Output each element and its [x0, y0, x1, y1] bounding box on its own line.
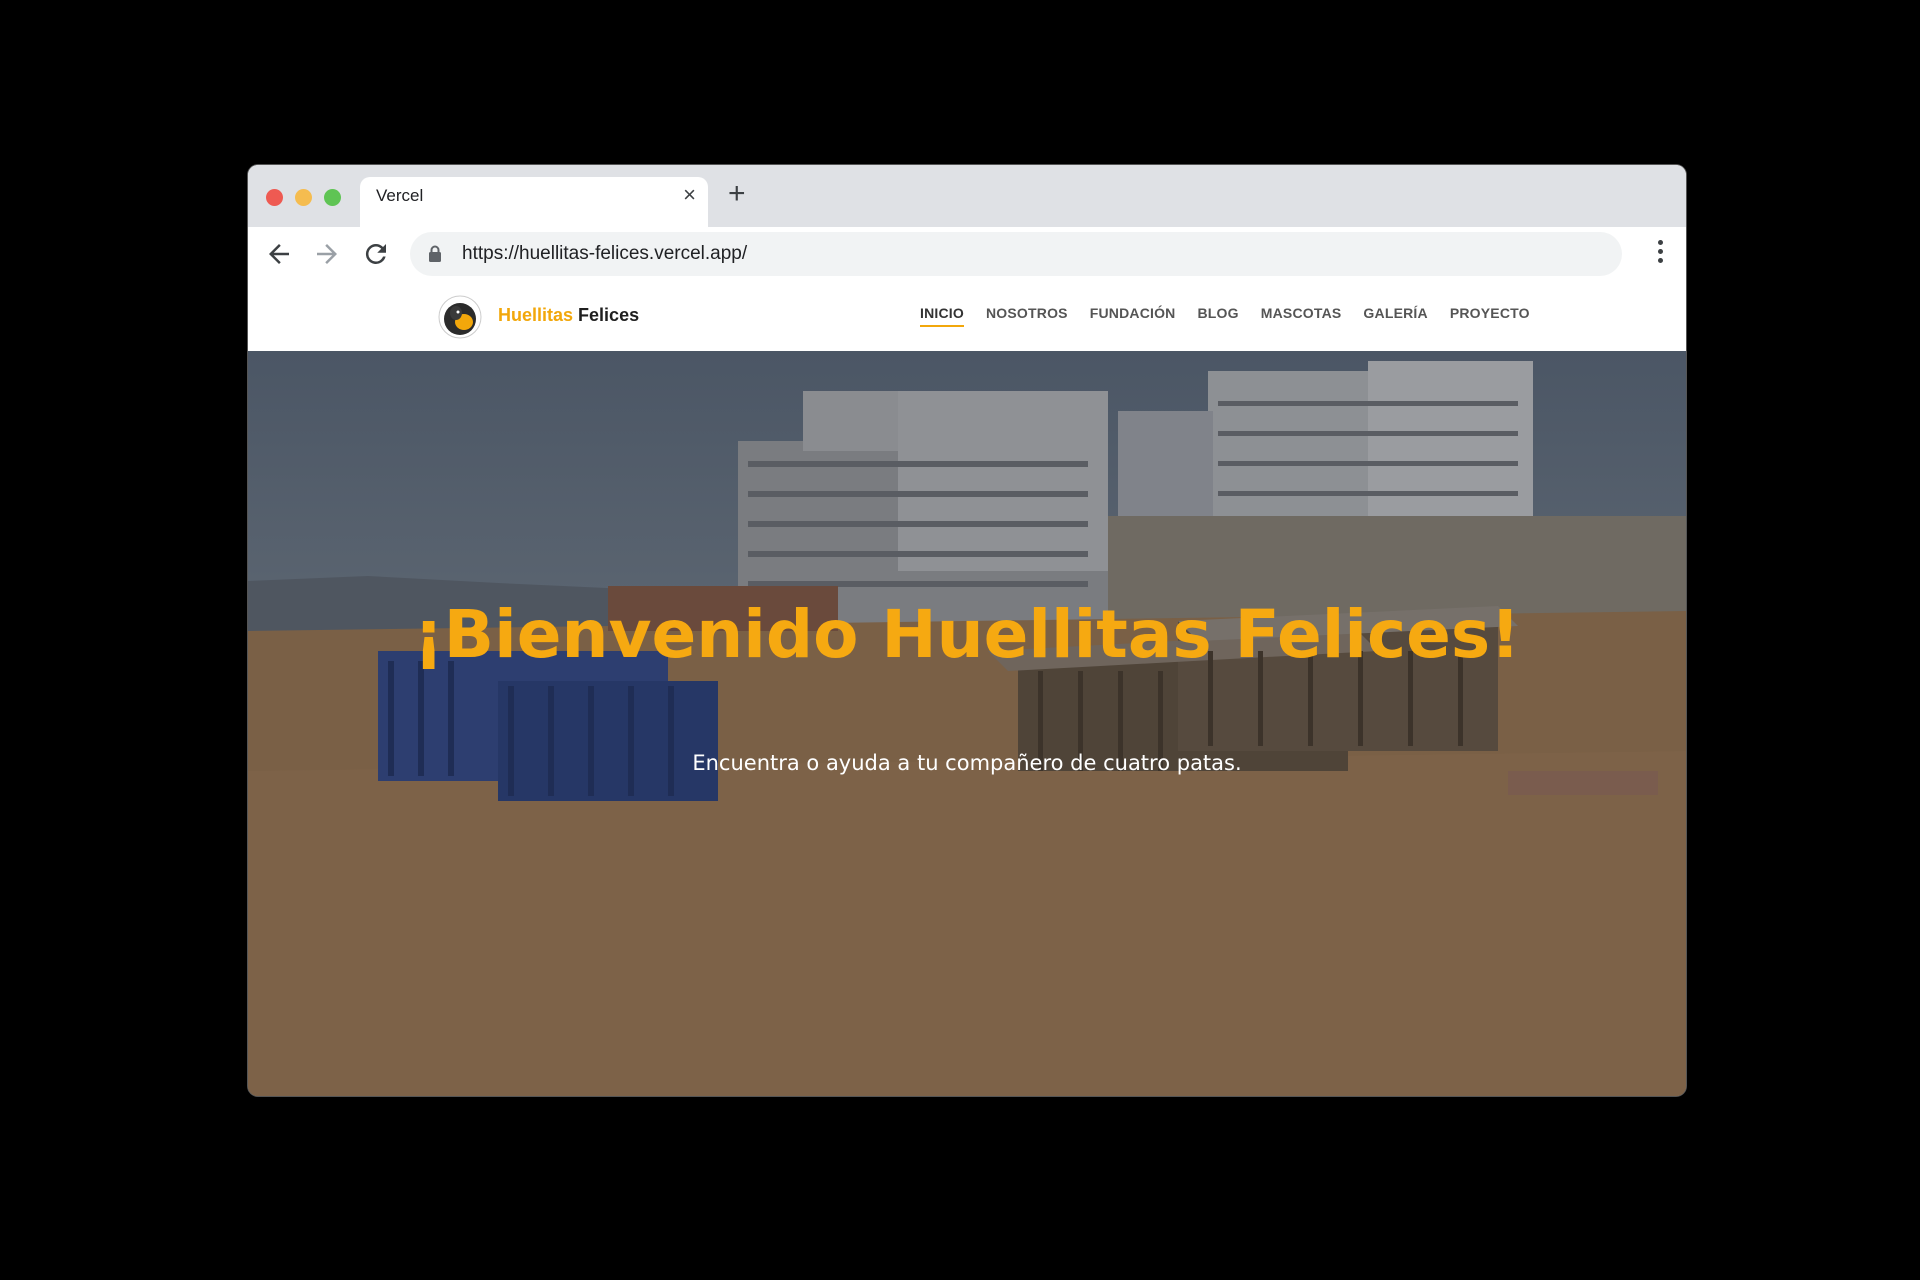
browser-toolbar: https://huellitas-felices.vercel.app/	[248, 227, 1686, 284]
brand-name[interactable]: Huellitas Felices	[498, 305, 639, 326]
nav-item-proyecto[interactable]: PROYECTO	[1450, 305, 1530, 321]
kebab-menu-icon[interactable]	[1658, 240, 1664, 266]
logo-dog-icon[interactable]	[438, 295, 482, 339]
reload-icon[interactable]	[361, 239, 391, 269]
close-tab-icon[interactable]: ×	[683, 184, 696, 206]
minimize-window-button[interactable]	[295, 189, 312, 206]
address-bar[interactable]: https://huellitas-felices.vercel.app/	[410, 232, 1622, 276]
close-window-button[interactable]	[266, 189, 283, 206]
maximize-window-button[interactable]	[324, 189, 341, 206]
forward-arrow-icon[interactable]	[312, 239, 342, 269]
nav-item-inicio[interactable]: INICIO	[920, 305, 964, 327]
tab-strip: Vercel × +	[248, 165, 1686, 227]
new-tab-button[interactable]: +	[728, 179, 746, 209]
hero-title: ¡Bienvenido Huellitas Felices!	[413, 596, 1521, 673]
nav-item-galeria[interactable]: GALERÍA	[1363, 305, 1427, 321]
tab-title: Vercel	[376, 186, 424, 205]
hero-subtitle: Encuentra o ayuda a tu compañero de cuat…	[692, 751, 1242, 775]
browser-tab[interactable]: Vercel ×	[360, 177, 708, 227]
brand-part-2: Felices	[578, 305, 640, 325]
site-header: Huellitas Felices INICIO NOSOTROS FUNDAC…	[248, 283, 1686, 351]
brand-part-1: Huellitas	[498, 305, 574, 325]
nav-item-fundacion[interactable]: FUNDACIÓN	[1090, 305, 1176, 321]
browser-window: Vercel × + https://huellitas-felices.ver…	[248, 165, 1686, 1096]
main-nav: INICIO NOSOTROS FUNDACIÓN BLOG MASCOTAS …	[920, 305, 1552, 327]
nav-item-blog[interactable]: BLOG	[1198, 305, 1239, 321]
hero-background-image	[248, 361, 1686, 1096]
url-text: https://huellitas-felices.vercel.app/	[462, 243, 748, 264]
hero-section: ¡Bienvenido Huellitas Felices! Encuentra…	[248, 351, 1686, 1096]
back-arrow-icon[interactable]	[264, 239, 294, 269]
nav-item-nosotros[interactable]: NOSOTROS	[986, 305, 1068, 321]
nav-item-mascotas[interactable]: MASCOTAS	[1261, 305, 1342, 321]
lock-icon	[429, 245, 441, 262]
